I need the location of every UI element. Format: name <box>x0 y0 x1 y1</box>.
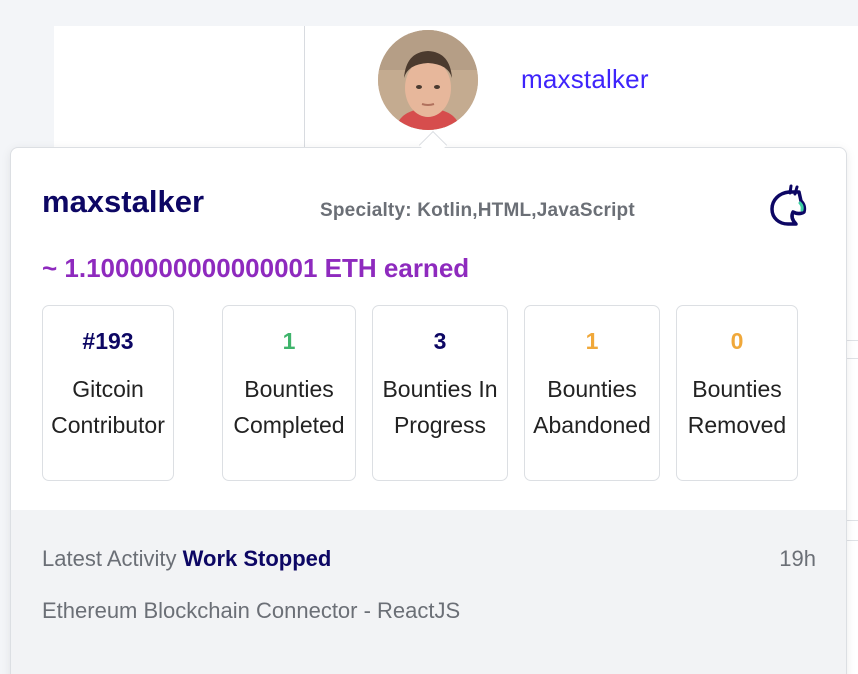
activity-time: 19h <box>779 546 816 571</box>
specialty-text: Specialty: Kotlin,HTML,JavaScript <box>320 200 635 221</box>
stat-label-line1: Gitcoin <box>72 376 144 402</box>
stat-bounties-removed: 0 Bounties Removed <box>676 305 798 481</box>
stat-value: 0 <box>730 328 744 354</box>
stat-label-line1: Bounties <box>692 376 782 402</box>
profile-popover: maxstalker Specialty: Kotlin,HTML,JavaSc… <box>10 147 847 674</box>
latest-activity-section: Latest Activity Work Stopped 19h Ethereu… <box>11 510 846 674</box>
activity-prefix: Latest Activity <box>42 546 177 571</box>
avatar[interactable] <box>378 30 478 130</box>
eth-earned: ~ 1.1000000000000001 ETH earned <box>42 253 470 283</box>
stat-bounties-in-progress: 3 Bounties In Progress <box>372 305 508 481</box>
header-username-link[interactable]: maxstalker <box>521 64 649 95</box>
stat-value: 1 <box>585 328 599 354</box>
stat-label-line2: Progress <box>393 412 487 438</box>
stat-value: 1 <box>282 328 296 354</box>
activity-bounty-title[interactable]: Ethereum Blockchain Connector - ReactJS <box>42 598 460 624</box>
stat-label-line2: Abandoned <box>533 412 651 438</box>
avatar-photo <box>378 30 478 130</box>
stat-label-line1: Bounties <box>547 376 637 402</box>
background-divider <box>846 540 858 541</box>
background-divider <box>304 26 305 148</box>
profile-name[interactable]: maxstalker <box>42 184 204 220</box>
stat-label-line2: Contributor <box>51 412 165 438</box>
background-divider <box>846 340 858 341</box>
stat-contributor-rank: #193 Gitcoin Contributor <box>42 305 174 481</box>
stat-label-line1: Bounties In <box>382 376 498 402</box>
stat-value: 3 <box>433 328 447 354</box>
stat-value: #193 <box>82 328 134 354</box>
stat-bounties-completed: 1 Bounties Completed <box>222 305 356 481</box>
stat-bounties-abandoned: 1 Bounties Abandoned <box>524 305 660 481</box>
gitcoin-logo-icon <box>770 184 807 226</box>
stat-label-line1: Bounties <box>244 376 334 402</box>
stat-label-line2: Removed <box>687 412 787 438</box>
latest-activity: Latest Activity Work Stopped <box>42 546 331 572</box>
background-divider <box>846 520 858 521</box>
background-divider <box>846 358 858 359</box>
stat-label-line2: Completed <box>233 412 345 438</box>
activity-event: Work Stopped <box>182 546 332 571</box>
